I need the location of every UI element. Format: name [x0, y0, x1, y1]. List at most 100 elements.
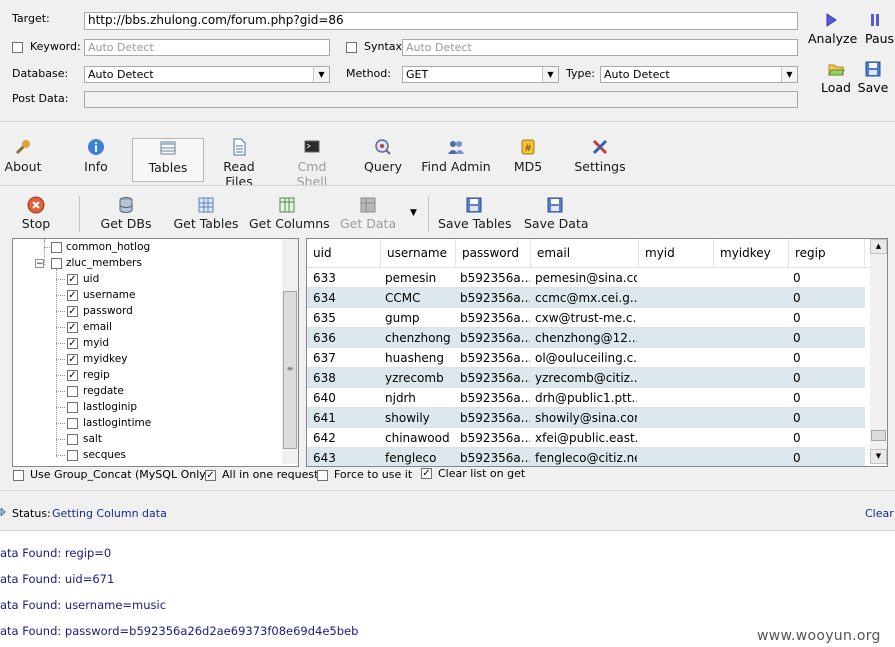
table-cell: pemesin@sina.com [535, 271, 637, 285]
tree-node-column[interactable]: username [83, 289, 136, 301]
syntax-input[interactable]: Auto Detect [402, 39, 798, 56]
get-columns-button[interactable]: Get Columns [249, 196, 330, 236]
pause-button[interactable]: Pause [862, 12, 895, 46]
column-header[interactable]: myidkey [714, 239, 789, 267]
keyword-input[interactable]: Auto Detect [84, 39, 330, 56]
column-checkbox[interactable] [67, 450, 78, 461]
column-checkbox[interactable]: ✓ [67, 370, 78, 381]
chevron-down-icon[interactable]: ▼ [781, 67, 797, 82]
stop-button[interactable]: Stop [20, 196, 52, 236]
grid-scrollbar[interactable]: ▲ ▼ [870, 239, 887, 464]
column-checkbox[interactable]: ✓ [67, 290, 78, 301]
tree-node-column[interactable]: myid [83, 337, 109, 349]
column-checkbox[interactable]: ✓ [67, 354, 78, 365]
force-checkbox[interactable] [317, 470, 328, 481]
tab-find-admin[interactable]: Find Admin [421, 138, 491, 180]
table-cell [718, 268, 788, 288]
method-select[interactable]: GET ▼ [402, 66, 559, 83]
data-grid[interactable]: uid username password email myid myidkey… [306, 238, 888, 467]
column-checkbox[interactable]: ✓ [67, 322, 78, 333]
chevron-down-icon[interactable]: ▼ [313, 67, 329, 82]
tree-node-column[interactable]: secques [83, 449, 126, 461]
column-checkbox[interactable]: ✓ [67, 274, 78, 285]
type-select[interactable]: Auto Detect ▼ [600, 66, 798, 83]
column-header[interactable]: username [381, 239, 456, 267]
tree-node-column[interactable]: lastloginip [83, 401, 137, 413]
chevron-down-icon[interactable]: ▼ [542, 67, 558, 82]
save-data-button[interactable]: Save Data [524, 196, 589, 236]
tree-node-column[interactable]: lastlogintime [83, 417, 151, 429]
table-row[interactable]: 634 CCMC b592356a... ccmc@mx.cei.g... 0 [307, 288, 865, 308]
table-row[interactable]: 643 fengleco b592356a... fengleco@citiz.net… [307, 448, 865, 466]
clear-link[interactable]: Clear [865, 507, 894, 520]
table-row[interactable]: 633 pemesin b592356a... pemesin@sina.com 0 [307, 268, 865, 288]
collapse-toggle[interactable]: − [35, 259, 44, 269]
postdata-input[interactable] [84, 91, 798, 108]
table-row[interactable]: 636 chenzhong b592356a... chenzhong@12... 0 [307, 328, 865, 348]
all-in-one-label: All in one request. [222, 468, 322, 481]
all-in-one-checkbox[interactable]: ✓ [205, 470, 216, 481]
column-header[interactable]: password [456, 239, 531, 267]
save-button[interactable]: Save [856, 61, 890, 95]
table-row[interactable]: 638 yzrecomb b592356a... yzrecomb@citiz... 0 [307, 368, 865, 388]
tree-scrollbar[interactable]: ≡ [282, 239, 298, 464]
scroll-thumb[interactable]: ≡ [283, 291, 297, 449]
tab-query[interactable]: Query [362, 138, 404, 180]
clear-list-checkbox[interactable]: ✓ [421, 468, 432, 479]
column-header[interactable]: myid [639, 239, 714, 267]
table-cell: 0 [793, 451, 801, 465]
column-checkbox[interactable]: ✓ [67, 306, 78, 317]
tree-node-column[interactable]: password [83, 305, 133, 317]
table-row[interactable]: 642 chinawood b592356a... xfei@public.east.… [307, 428, 865, 448]
scroll-thumb[interactable] [871, 430, 886, 441]
tree-node-column[interactable]: regdate [83, 385, 124, 397]
table-row[interactable]: 637 huasheng b592356a... ol@ouluceiling.c..… [307, 348, 865, 368]
tree-node-table[interactable]: common_hotlog [66, 241, 150, 253]
scroll-up-icon[interactable]: ▲ [870, 239, 887, 254]
column-checkbox[interactable] [67, 402, 78, 413]
log-panel[interactable]: ata Found: regip=0 ata Found: uid=671 at… [0, 530, 895, 647]
tree-node-column[interactable]: uid [83, 273, 99, 285]
scroll-down-icon[interactable]: ▼ [870, 449, 887, 464]
load-button[interactable]: Load [818, 61, 854, 95]
target-input[interactable]: http://bbs.zhulong.com/forum.php?gid=86 [84, 12, 798, 30]
column-checkbox[interactable]: ✓ [67, 338, 78, 349]
keyword-checkbox[interactable] [12, 42, 23, 53]
tab-tables[interactable]: Tables [132, 138, 204, 182]
tab-settings-label: Settings [574, 159, 626, 174]
analyze-button[interactable]: Analyze [808, 12, 857, 46]
table-row[interactable]: 635 gump b592356a... cxw@trust-me.c... 0 [307, 308, 865, 328]
tab-read-files[interactable]: Read Files [208, 138, 270, 189]
chevron-down-icon[interactable]: ▼ [410, 208, 417, 218]
table-cell [643, 348, 713, 368]
table-row[interactable]: 641 showily b592356a... showily@sina.com 0 [307, 408, 865, 428]
tab-about[interactable]: About [2, 138, 44, 180]
save-tables-button[interactable]: Save Tables [438, 196, 512, 236]
pause-icon [871, 14, 879, 26]
get-tables-button[interactable]: Get Tables [173, 196, 239, 236]
column-header[interactable]: uid [307, 239, 381, 267]
tree-node-table[interactable]: zluc_members [66, 257, 142, 269]
table-row[interactable]: 640 njdrh b592356a... drh@public1.ptt... 0 [307, 388, 865, 408]
tab-cmd-shell[interactable]: Cmd Shell [281, 138, 343, 189]
group-concat-checkbox[interactable] [13, 470, 24, 481]
get-data-button[interactable]: Get Data [340, 196, 396, 236]
column-header[interactable]: email [531, 239, 639, 267]
column-checkbox[interactable] [67, 418, 78, 429]
get-dbs-button[interactable]: Get DBs [100, 196, 152, 236]
database-select[interactable]: Auto Detect ▼ [84, 66, 330, 83]
tree-checkbox[interactable] [51, 242, 62, 253]
tab-md5[interactable]: # MD5 [510, 138, 546, 180]
tree-checkbox[interactable] [51, 258, 62, 269]
tree-node-column[interactable]: regip [83, 369, 110, 381]
column-checkbox[interactable] [67, 434, 78, 445]
syntax-checkbox[interactable] [346, 42, 357, 53]
tree-node-column[interactable]: salt [83, 433, 102, 445]
tab-settings[interactable]: Settings [574, 138, 626, 180]
schema-tree[interactable]: common_hotlog − zluc_members ✓ uid ✓ userna… [12, 238, 299, 467]
tree-node-column[interactable]: email [83, 321, 112, 333]
column-checkbox[interactable] [67, 386, 78, 397]
tab-info[interactable]: Info [76, 138, 116, 180]
tree-node-column[interactable]: myidkey [83, 353, 127, 365]
column-header[interactable]: regip [789, 239, 865, 267]
